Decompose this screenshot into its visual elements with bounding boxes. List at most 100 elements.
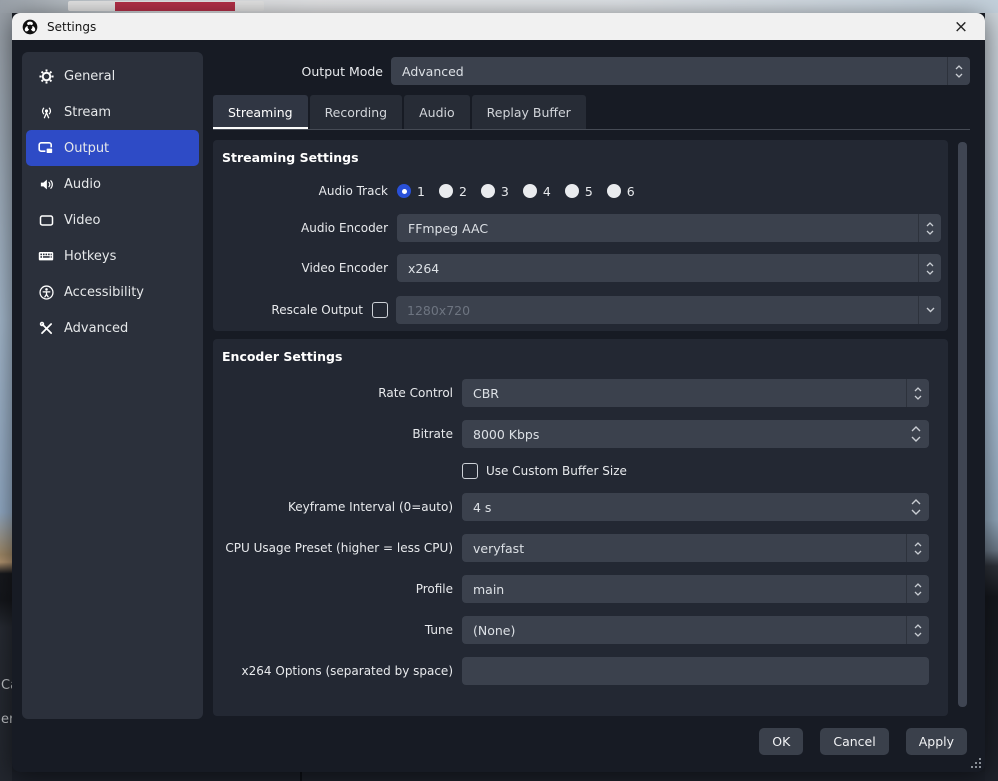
x264-options-label: x264 Options (separated by space): [222, 664, 453, 678]
scrollbar-thumb[interactable]: [958, 142, 967, 707]
custom-buffer-label: Use Custom Buffer Size: [486, 464, 627, 478]
sidebar-item-video[interactable]: Video: [26, 202, 199, 238]
radio-track-4[interactable]: 4: [523, 184, 551, 199]
tab-label: Replay Buffer: [487, 105, 571, 120]
output-mode-label: Output Mode: [213, 64, 383, 79]
spinner-control[interactable]: [903, 493, 929, 521]
audio-encoder-select[interactable]: FFmpeg AAC: [397, 214, 941, 242]
tab-label: Streaming: [228, 105, 293, 120]
tune-row: Tune (None): [222, 616, 929, 644]
sidebar-item-output[interactable]: Output: [26, 130, 199, 166]
sidebar-item-label: Advanced: [64, 321, 128, 336]
radio-track-2[interactable]: 2: [439, 184, 467, 199]
sidebar-item-accessibility[interactable]: Accessibility: [26, 274, 199, 310]
background-divider: [300, 772, 302, 781]
radio-track-5[interactable]: 5: [565, 184, 593, 199]
sidebar-item-label: Video: [64, 213, 100, 228]
output-mode-value: Advanced: [402, 64, 464, 79]
x264-options-row: x264 Options (separated by space): [222, 657, 929, 685]
custom-buffer-checkbox[interactable]: [462, 463, 478, 479]
cancel-button[interactable]: Cancel: [820, 728, 888, 755]
bitrate-label: Bitrate: [222, 427, 453, 441]
video-encoder-label: Video Encoder: [222, 261, 388, 275]
obs-logo-icon: [22, 19, 38, 35]
chevron-down-icon: [911, 509, 921, 515]
rescale-output-row: Rescale Output 1280x720: [222, 296, 941, 324]
chevron-up-icon: [955, 65, 963, 70]
close-icon[interactable]: ×: [947, 13, 975, 40]
speaker-icon: [38, 176, 54, 192]
cpu-preset-label: CPU Usage Preset (higher = less CPU): [222, 541, 453, 555]
output-mode-select[interactable]: Advanced: [391, 57, 970, 85]
radio-label: 1: [417, 184, 425, 199]
rescale-resolution-select[interactable]: 1280x720: [396, 296, 941, 324]
sidebar-item-label: Audio: [64, 177, 101, 192]
tab-audio[interactable]: Audio: [404, 95, 470, 129]
spinner-control[interactable]: [918, 214, 941, 242]
background-text-fragment: Ca: [1, 678, 12, 693]
audio-track-label: Audio Track: [222, 184, 388, 198]
accessibility-icon: [38, 284, 54, 300]
radio-track-6[interactable]: 6: [607, 184, 635, 199]
radio-track-3[interactable]: 3: [481, 184, 509, 199]
spinner-control[interactable]: [918, 254, 941, 282]
radio-unselected: [523, 184, 537, 198]
rate-control-select[interactable]: CBR: [462, 379, 929, 407]
chevron-up-icon: [914, 583, 922, 588]
tab-label: Audio: [419, 105, 455, 120]
sidebar-item-general[interactable]: General: [26, 58, 199, 94]
radio-unselected: [565, 184, 579, 198]
video-encoder-select[interactable]: x264: [397, 254, 941, 282]
bitrate-row: Bitrate 8000 Kbps: [222, 420, 929, 448]
video-encoder-row: Video Encoder x264: [222, 254, 941, 282]
dropdown-control[interactable]: [918, 296, 941, 324]
profile-select[interactable]: main: [462, 575, 929, 603]
x264-options-input[interactable]: [462, 657, 929, 685]
tab-divider: [213, 129, 970, 130]
spinner-control[interactable]: [906, 534, 929, 562]
sidebar-item-label: Accessibility: [64, 285, 144, 300]
sidebar-item-advanced[interactable]: Advanced: [26, 310, 199, 346]
streaming-tab-pane: Streaming Settings Audio Track 1 2 3 4 5…: [213, 131, 970, 716]
custom-buffer-row: Use Custom Buffer Size: [462, 462, 929, 480]
tab-streaming[interactable]: Streaming: [213, 95, 308, 129]
chevron-up-icon: [914, 542, 922, 547]
keyboard-icon: [38, 248, 54, 264]
rescale-output-checkbox[interactable]: [372, 302, 388, 318]
desktop-top-strip: [0, 0, 998, 13]
chevron-down-icon: [926, 230, 934, 235]
spinner-control[interactable]: [906, 379, 929, 407]
radio-label: 2: [459, 184, 467, 199]
tab-replay-buffer[interactable]: Replay Buffer: [472, 95, 586, 129]
chevron-down-icon: [914, 632, 922, 637]
tab-recording[interactable]: Recording: [310, 95, 403, 129]
radio-label: 4: [543, 184, 551, 199]
cpu-preset-select[interactable]: veryfast: [462, 534, 929, 562]
streaming-settings-group: Streaming Settings Audio Track 1 2 3 4 5…: [213, 140, 948, 331]
title-bar[interactable]: Settings ×: [12, 13, 985, 40]
spinner-control[interactable]: [906, 575, 929, 603]
tune-value: (None): [473, 623, 515, 638]
chevron-down-icon: [955, 73, 963, 78]
spinner-control[interactable]: [906, 616, 929, 644]
tune-select[interactable]: (None): [462, 616, 929, 644]
ok-button[interactable]: OK: [759, 728, 803, 755]
resize-grip[interactable]: [971, 758, 981, 768]
settings-dialog: Settings × General Stream: [12, 13, 985, 772]
rescale-resolution-value: 1280x720: [407, 303, 470, 318]
rescale-output-label: Rescale Output: [222, 303, 363, 317]
keyframe-interval-spinbox[interactable]: 4 s: [462, 493, 929, 521]
chevron-up-icon: [914, 387, 922, 392]
output-mode-row: Output Mode Advanced: [213, 57, 970, 85]
apply-button[interactable]: Apply: [906, 728, 967, 755]
sidebar-item-hotkeys[interactable]: Hotkeys: [26, 238, 199, 274]
dialog-footer: OK Cancel Apply: [759, 728, 967, 755]
sidebar-item-stream[interactable]: Stream: [26, 94, 199, 130]
radio-track-1[interactable]: 1: [397, 184, 425, 199]
chevron-up-icon: [926, 262, 934, 267]
spinner-control[interactable]: [947, 57, 970, 85]
spinner-control[interactable]: [903, 420, 929, 448]
bitrate-spinbox[interactable]: 8000 Kbps: [462, 420, 929, 448]
sidebar-item-audio[interactable]: Audio: [26, 166, 199, 202]
chevron-down-icon: [914, 550, 922, 555]
